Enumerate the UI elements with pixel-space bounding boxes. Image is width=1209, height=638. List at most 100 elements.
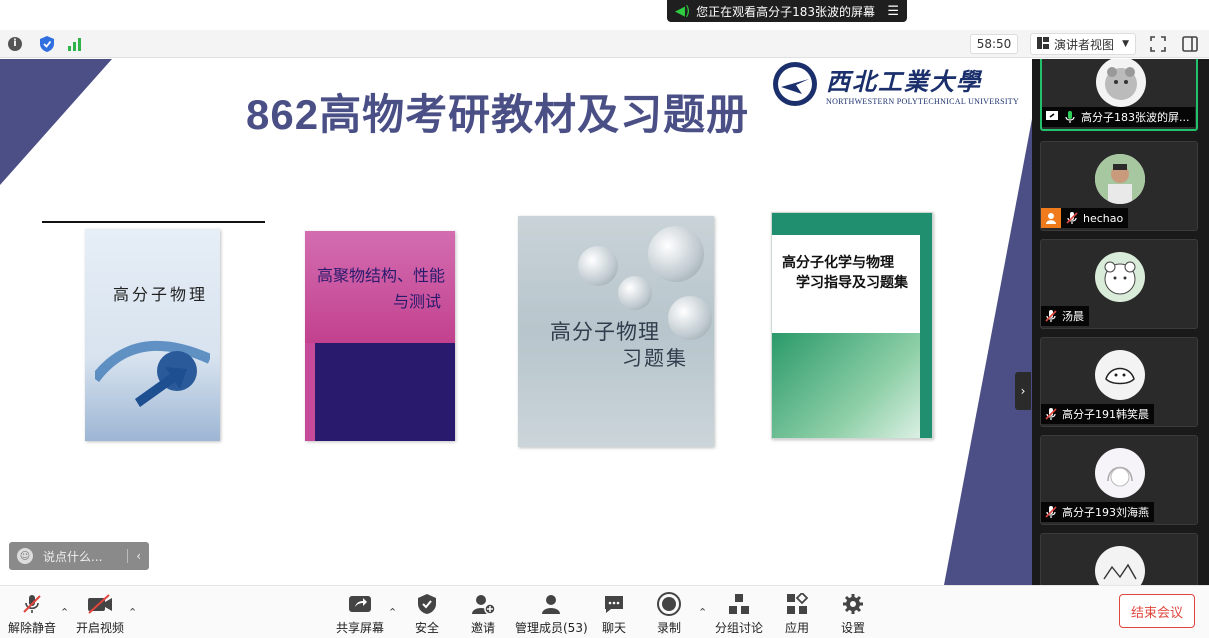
book4-title-line1: 高分子化学与物理 [782,255,894,271]
slide-underline [42,221,265,223]
screen-share-icon [1045,110,1059,125]
view-mode-button[interactable]: 演讲者视图 ▼ [1030,33,1136,55]
mic-muted-icon [19,592,45,616]
participant-tile[interactable]: 高分子191韩笑晨 [1040,337,1198,427]
menu-icon[interactable]: ☰ [887,4,899,19]
book3-title-line2: 习题集 [622,346,688,370]
manage-members-button[interactable]: 管理成员(53) [515,592,588,636]
end-meeting-button[interactable]: 结束会议 [1119,594,1195,628]
chat-button[interactable]: 聊天 [601,592,627,636]
side-panel-icon[interactable] [1182,36,1198,52]
meeting-timer: 58:50 [970,34,1018,54]
add-user-icon [470,592,496,616]
avatar [1095,448,1145,498]
breakout-label: 分组讨论 [715,621,764,635]
mic-icon [1063,110,1077,124]
avatar [1095,546,1145,585]
university-logo: 西北工業大學 NORTHWESTERN POLYTECHNICAL UNIVER… [772,61,1024,107]
members-icon [538,592,564,616]
emoji-icon[interactable]: ☺ [17,548,33,564]
security-label: 安全 [414,621,439,635]
book-cover-polymer-chemistry-guide: 高分子化学与物理 学习指导及习题集 [771,212,933,439]
avatar [1095,154,1145,204]
mic-muted-icon [1044,407,1058,421]
share-banner-text: 您正在观看高分子183张波的屏幕 [696,4,875,19]
book-cover-polymer-structure: 高聚物结构、性能 与测试 [305,231,455,441]
participant-name: 汤晨 [1062,310,1084,323]
participant-name: 高分子191韩笑晨 [1062,408,1149,421]
fullscreen-icon[interactable] [1150,36,1166,52]
book2-title-line1: 高聚物结构、性能 [317,266,446,285]
book-cover-polymer-physics-exercises: 高分子物理 习题集 [518,216,714,447]
chat-placeholder[interactable]: 说点什么... [43,548,102,565]
participant-tile[interactable]: 汤晨 [1040,239,1198,329]
info-icon[interactable]: i [6,35,24,53]
avatar [1095,350,1145,400]
participant-name: hechao [1083,211,1124,225]
participant-tile[interactable]: 高分子193刘海燕 [1040,435,1198,525]
university-emblem-icon [773,62,817,106]
shared-screen-slide: 862高物考研教材及习题册 西北工業大學 NORTHWESTERN POLYTE… [0,59,1032,585]
mic-muted-icon [1065,211,1079,225]
participant-name: 高分子193刘海燕 [1062,506,1149,519]
chat-label: 聊天 [601,621,626,635]
shield-icon [414,592,440,616]
share-screen-icon [347,592,373,616]
participant-tile[interactable]: 高分子183张波的屏... [1040,59,1198,131]
record-label: 录制 [656,621,681,635]
start-video-button[interactable]: 开启视频 [76,592,124,636]
breakout-rooms-icon [726,592,752,616]
video-off-icon [87,592,113,616]
view-mode-label: 演讲者视图 [1054,37,1115,52]
participant-tile[interactable]: hechao [1040,141,1198,231]
mic-muted-icon [1044,505,1058,519]
screen-share-banner[interactable]: ◀) 您正在观看高分子183张波的屏幕 ☰ [667,0,907,22]
signal-icon[interactable] [66,35,84,53]
speaker-icon: ◀) [675,3,691,19]
shield-icon[interactable] [38,35,56,53]
mic-muted-icon [1044,309,1058,323]
unmute-button[interactable]: 解除静音 [8,592,56,636]
share-screen-button[interactable]: 共享屏幕 [336,592,384,636]
breakout-button[interactable]: 分组讨论 [715,592,763,636]
share-screen-label: 共享屏幕 [336,621,385,635]
avatar [1096,59,1146,107]
chevron-up-icon[interactable]: ⌃ [388,606,397,619]
unmute-label: 解除静音 [8,621,57,635]
start-video-label: 开启视频 [76,621,125,635]
speaker-view-icon [1037,36,1049,52]
chevron-down-icon: ▼ [1122,39,1129,49]
university-name-cn: 西北工業大學 [826,67,982,96]
chevron-right-icon: › [1020,384,1026,398]
book2-title-line2: 与测试 [393,292,442,311]
chevron-up-icon[interactable]: ⌃ [698,606,707,619]
slide-decoration-left [0,59,112,185]
bottom-toolbar: 解除静音 ⌃ 开启视频 ⌃ 共享屏幕 ⌃ 安全 邀请 管理成员(53) 聊天 录… [0,585,1209,638]
chevron-up-icon[interactable]: ⌃ [60,606,69,619]
avatar [1095,252,1145,302]
record-button[interactable]: 录制 [656,592,682,636]
invite-label: 邀请 [470,621,495,635]
chat-icon [601,592,627,616]
apps-label: 应用 [784,621,809,635]
globe-arrow-graphic [95,340,210,407]
chat-input-pill[interactable]: ☺ 说点什么... ‹ [9,542,149,570]
settings-label: 设置 [840,621,865,635]
slide-decoration-right [944,119,1032,585]
settings-button[interactable]: 设置 [840,592,866,636]
record-icon [656,592,682,616]
slide-title: 862高物考研教材及习题册 [246,91,750,138]
security-button[interactable]: 安全 [414,592,440,636]
apps-button[interactable]: 应用 [784,592,810,636]
chevron-left-icon[interactable]: ‹ [127,549,141,563]
participant-panel: 高分子183张波的屏... hechao 汤晨 高分子191韩笑晨 高分子193… [1032,59,1209,585]
book-cover-polymer-physics: 高分子物理 [85,229,220,441]
participant-tile[interactable] [1040,533,1198,585]
university-name-en: NORTHWESTERN POLYTECHNICAL UNIVERSITY [826,97,1020,106]
apps-icon [784,592,810,616]
manage-members-label: 管理成员(53) [515,621,588,635]
chevron-up-icon[interactable]: ⌃ [128,606,137,619]
collapse-panel-tab[interactable]: › [1015,372,1031,410]
invite-button[interactable]: 邀请 [470,592,496,636]
top-toolbar: i 58:50 演讲者视图 ▼ [0,30,1209,58]
